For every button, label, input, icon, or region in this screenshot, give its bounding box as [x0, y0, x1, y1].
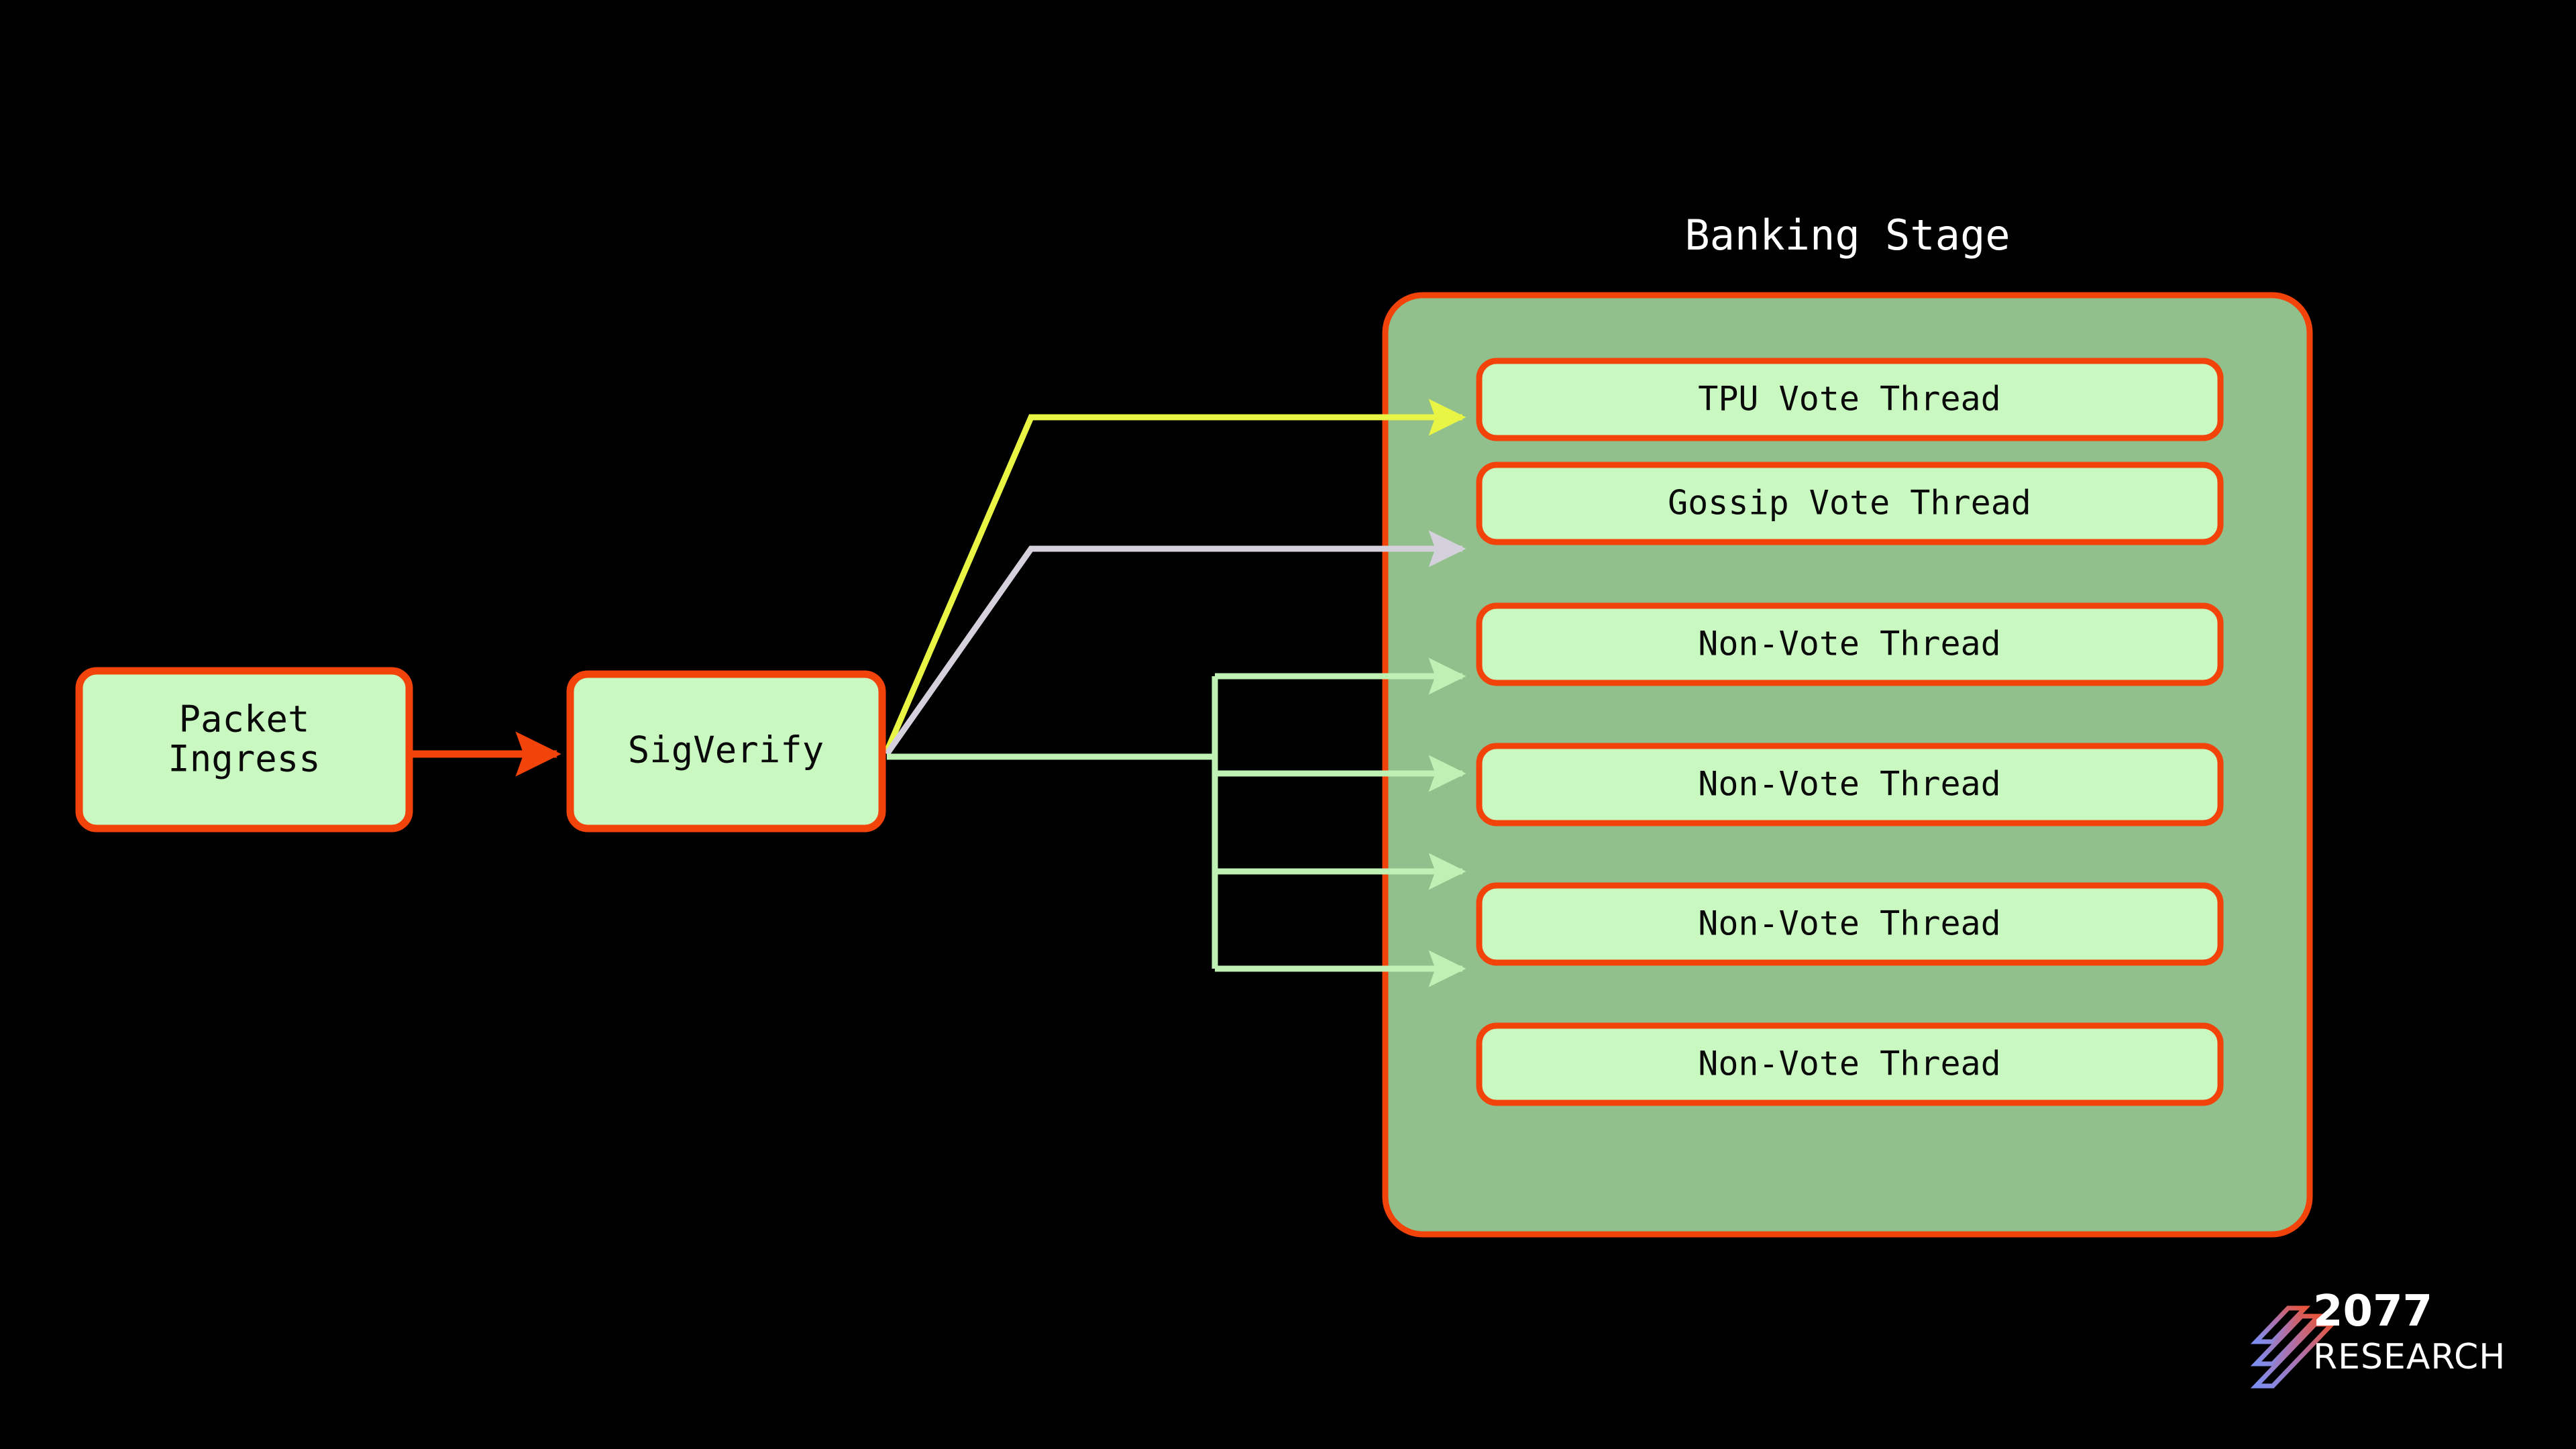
thread-box-non-vote-3[interactable]: Non-Vote Thread [1476, 882, 2224, 966]
packet-ingress-node[interactable]: Packet Ingress [75, 667, 413, 833]
thread-box-non-vote-2[interactable]: Non-Vote Thread [1476, 743, 2224, 826]
logo-name-top: 2077 [2313, 1287, 2432, 1336]
thread-box-gossip-vote[interactable]: Gossip Vote Thread [1476, 462, 2224, 545]
edge-sigverify-to-tpu-vote [883, 398, 1466, 753]
sigverify-label: SigVerify [628, 729, 824, 771]
thread-label: Non-Vote Thread [1698, 625, 2001, 663]
banking-stage-diagram: Banking Stage TPU Vote Thread Gossip Vot… [75, 211, 2506, 1389]
thread-label: Non-Vote Thread [1698, 765, 2001, 804]
logo-2077-research: 2077 RESEARCH [2250, 1287, 2506, 1389]
thread-label: Gossip Vote Thread [1668, 484, 2031, 523]
thread-label: TPU Vote Thread [1698, 380, 2001, 419]
thread-box-tpu-vote[interactable]: TPU Vote Thread [1476, 358, 2224, 441]
thread-label: Non-Vote Thread [1698, 1044, 2001, 1083]
thread-box-non-vote-4[interactable]: Non-Vote Thread [1476, 1022, 2224, 1106]
banking-stage-group: Banking Stage TPU Vote Thread Gossip Vot… [1382, 211, 2313, 1238]
thread-label: Non-Vote Thread [1698, 904, 2001, 943]
logo-name-bottom: RESEARCH [2313, 1337, 2506, 1377]
sigverify-node[interactable]: SigVerify [566, 670, 886, 833]
packet-ingress-label-line2: Ingress [168, 738, 321, 780]
edge-sigverify-to-gossip-vote [884, 530, 1466, 756]
thread-box-non-vote-1[interactable]: Non-Vote Thread [1476, 602, 2224, 686]
banking-stage-title: Banking Stage [1684, 211, 2010, 260]
diagram-canvas: Banking Stage TPU Vote Thread Gossip Vot… [0, 0, 2576, 1449]
packet-ingress-label-line1: Packet [178, 698, 309, 741]
